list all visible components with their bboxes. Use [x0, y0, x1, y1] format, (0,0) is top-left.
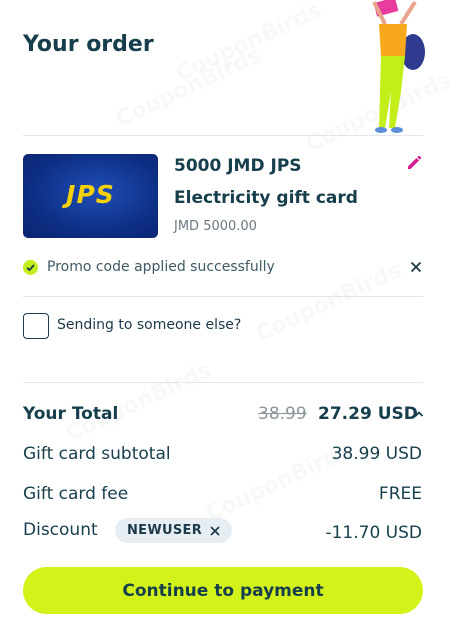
discount-value: -11.70 USD [325, 523, 422, 543]
fee-value: FREE [378, 484, 422, 504]
watermark: CouponBirds [252, 257, 406, 348]
subtotal-value: 38.99 USD [331, 444, 422, 464]
product-title: 5000 JMD JPS [174, 156, 302, 176]
watermark: CouponBirds [172, 0, 326, 88]
total-label: Your Total [23, 404, 119, 424]
person-illustration [372, 0, 425, 133]
send-to-someone-else-label[interactable]: Sending to someone else? [57, 317, 241, 333]
original-price: 38.99 [258, 404, 307, 424]
divider [23, 382, 423, 383]
subtotal-label: Gift card subtotal [23, 444, 171, 464]
product-price: JMD 5000.00 [174, 219, 257, 234]
discount-code: NEWUSER [127, 523, 203, 538]
pencil-icon[interactable] [406, 155, 422, 171]
gift-card-image: JPS [23, 154, 158, 238]
fee-label: Gift card fee [23, 484, 129, 504]
remove-code-icon[interactable] [210, 525, 220, 536]
chevron-up-icon[interactable] [414, 410, 424, 418]
divider [23, 296, 423, 297]
discount-code-badge: NEWUSER [115, 518, 233, 543]
discount-label: Discount [23, 520, 98, 540]
promo-success-message: Promo code applied successfully [47, 259, 275, 275]
total-price: 27.29 USD [318, 404, 418, 424]
brand-logo: JPS [66, 180, 115, 209]
check-circle-icon [23, 260, 38, 275]
divider [23, 135, 423, 136]
page-title: Your order [23, 32, 154, 57]
close-icon[interactable] [410, 261, 422, 273]
send-to-someone-else-checkbox[interactable] [23, 313, 49, 339]
watermark: CouponBirds [62, 357, 216, 448]
continue-to-payment-button[interactable]: Continue to payment [23, 567, 423, 614]
product-subtitle: Electricity gift card [174, 188, 358, 208]
